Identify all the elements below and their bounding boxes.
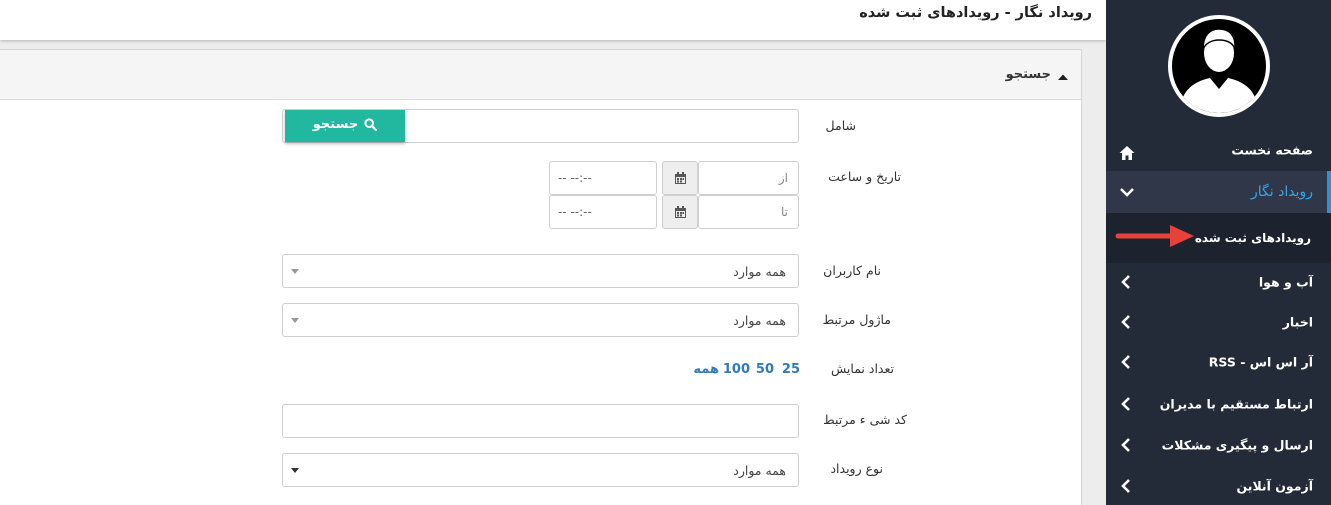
chevron-left-icon: [1121, 438, 1130, 452]
page-title: رویداد نگار - رویدادهای ثبت شده: [859, 5, 1092, 21]
chevron-left-icon: [1121, 479, 1130, 493]
search-button[interactable]: جستجو: [285, 110, 405, 142]
event-type-select-value: همه موارد: [733, 463, 786, 478]
sidebar-item-issue-tracking[interactable]: ارسال و پیگیری مشکلات: [1106, 425, 1331, 465]
date-to-calendar-button[interactable]: [662, 195, 698, 229]
page-size-100-link[interactable]: 100: [723, 362, 750, 377]
sidebar-item-direct-contact[interactable]: ارتباط مستقیم با مدیران: [1106, 384, 1331, 424]
calendar-icon: [675, 206, 686, 218]
dropdown-arrow-icon: [291, 269, 299, 274]
users-select[interactable]: همه موارد: [282, 254, 799, 288]
user-icon: [1180, 28, 1258, 113]
page-size-all-link[interactable]: همه: [693, 362, 719, 377]
contains-label: شامل: [825, 118, 856, 133]
sidebar-item-label: صفحه نخست: [1231, 142, 1313, 158]
sidebar-item-online-exam[interactable]: آزمون آنلاین: [1106, 466, 1331, 505]
date-from-input[interactable]: [698, 161, 799, 195]
sidebar-item-label: ارتباط مستقیم با مدیران: [1159, 396, 1313, 412]
sidebar: صفحه نخست رویداد نگار رویدادهای ثبت شده …: [1106, 0, 1331, 505]
top-header: رویداد نگار - رویدادهای ثبت شده: [0, 0, 1106, 40]
annotation-arrow-icon: [1115, 225, 1194, 247]
search-button-label: جستجو: [312, 117, 359, 132]
object-code-label: کد شی ء مرتبط: [823, 412, 907, 427]
sidebar-item-event-logger[interactable]: رویداد نگار: [1106, 171, 1331, 213]
sidebar-item-label: ارسال و پیگیری مشکلات: [1161, 437, 1313, 453]
avatar[interactable]: [1168, 15, 1270, 117]
search-panel-header[interactable]: جستجو: [0, 50, 1081, 100]
sidebar-item-label: رویداد نگار: [1251, 184, 1313, 200]
page-size-25-link[interactable]: 25: [782, 362, 800, 377]
event-type-select[interactable]: همه موارد: [282, 453, 799, 487]
module-select-value: همه موارد: [733, 313, 786, 328]
chevron-down-icon: [1120, 188, 1134, 197]
module-label: ماژول مرتبط: [822, 312, 891, 327]
chevron-left-icon: [1121, 315, 1130, 329]
time-to-input[interactable]: [549, 195, 657, 229]
object-code-input[interactable]: [282, 404, 799, 438]
users-label: نام کاربران: [823, 263, 881, 278]
date-from-calendar-button[interactable]: [662, 161, 698, 195]
caret-up-icon: [1058, 74, 1068, 80]
chevron-left-icon: [1121, 275, 1130, 289]
page-size-label: تعداد نمایش: [830, 361, 894, 376]
chevron-left-icon: [1121, 397, 1130, 411]
search-icon: [364, 118, 378, 131]
home-icon: [1119, 146, 1135, 160]
sidebar-item-rss[interactable]: آر اس اس - RSS: [1106, 342, 1331, 382]
users-select-value: همه موارد: [733, 264, 786, 279]
module-select[interactable]: همه موارد: [282, 303, 799, 337]
time-from-input[interactable]: [549, 161, 657, 195]
page-size-50-link[interactable]: 50: [756, 362, 774, 377]
sidebar-item-label: رویدادهای ثبت شده: [1194, 231, 1311, 245]
chevron-left-icon: [1121, 355, 1130, 369]
datetime-label: تاریخ و ساعت: [828, 169, 901, 184]
calendar-icon: [675, 172, 686, 184]
dropdown-arrow-icon: [291, 318, 299, 323]
sidebar-item-label: آب و هوا: [1258, 274, 1313, 290]
event-type-label: نوع رویداد: [830, 461, 883, 476]
dropdown-arrow-icon: [291, 468, 299, 473]
date-to-input[interactable]: [698, 195, 799, 229]
search-panel-title: جستجو: [1005, 67, 1051, 82]
sidebar-item-label: آر اس اس - RSS: [1208, 354, 1313, 370]
sidebar-item-weather[interactable]: آب و هوا: [1106, 262, 1331, 302]
sidebar-item-home[interactable]: صفحه نخست: [1106, 130, 1331, 170]
sidebar-item-label: اخبار: [1282, 314, 1313, 330]
sidebar-item-news[interactable]: اخبار: [1106, 302, 1331, 342]
sidebar-item-label: آزمون آنلاین: [1236, 478, 1314, 494]
